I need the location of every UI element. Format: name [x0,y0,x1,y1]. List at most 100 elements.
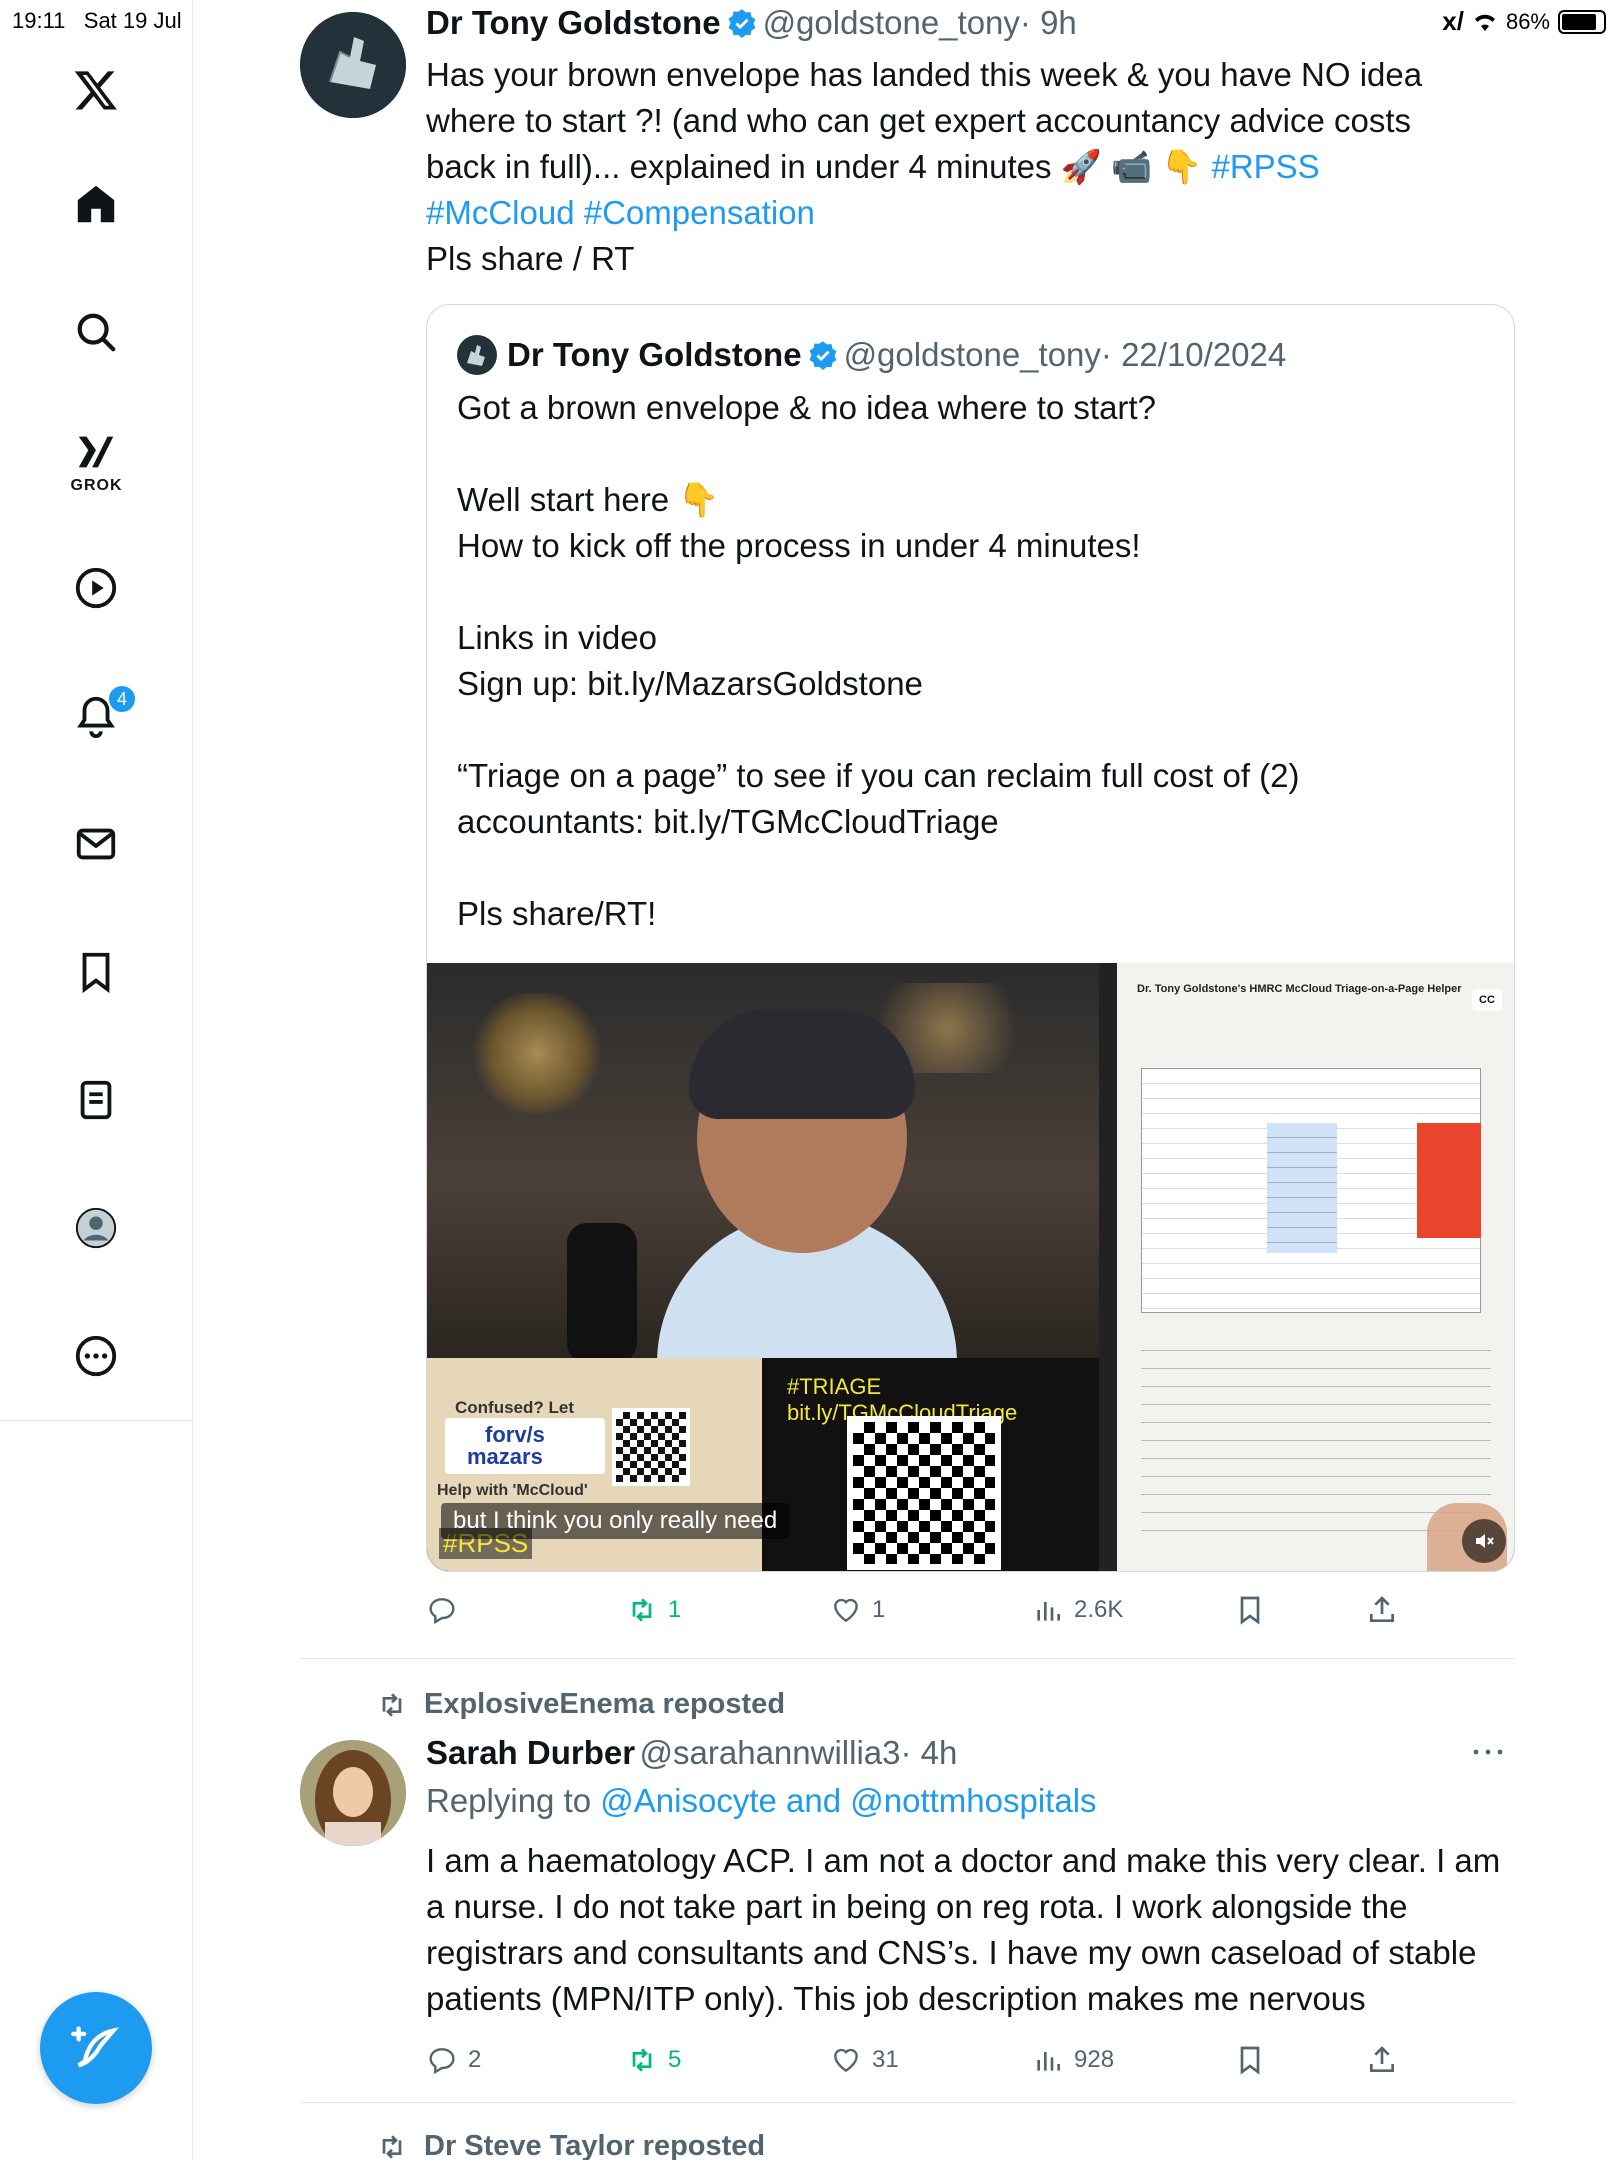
replying-prefix: Replying to [426,1782,592,1819]
notification-badge: 4 [107,684,137,714]
author-name[interactable]: Sarah Durber [426,1734,635,1771]
grok-icon[interactable] [68,424,124,480]
video-player[interactable]: Confused? Let forv/s mazars Help with 'M… [427,963,1514,1571]
tweet-time[interactable]: · 9h [1020,4,1077,41]
captions-button[interactable]: CC [1472,989,1502,1011]
more-circle-icon[interactable] [68,1328,124,1384]
small-qr-code [612,1408,690,1486]
x-logo-icon[interactable] [68,62,124,118]
reply-icon [429,1598,455,1625]
bookmarks-icon[interactable] [68,944,124,1000]
author-avatar[interactable] [300,12,406,118]
views-button[interactable]: 2.6K [1032,1594,1123,1626]
bookmark-button[interactable] [1234,1594,1266,1626]
tweet-text-line: back in full)... explained in under 4 mi… [426,148,1320,185]
quote-avatar[interactable] [457,335,497,375]
repost-indicator[interactable]: ExplosiveEnema reposted [376,1688,785,1721]
hashtag-link[interactable]: #Compensation [584,194,815,231]
share-button[interactable] [1366,1594,1398,1626]
view-count: 2.6K [1074,1596,1124,1623]
tweet-text: Has your brown envelope has landed this … [426,52,1486,282]
document-title: Dr. Tony Goldstone's HMRC McCloud Triage… [1137,983,1462,995]
author-avatar[interactable] [300,1740,406,1846]
messages-envelope-icon[interactable] [68,816,124,872]
sidebar-divider [0,1420,193,1421]
views-chart-icon [1037,1602,1060,1621]
tweet-divider [300,2102,1515,2103]
more-dots-icon [1473,1749,1503,1755]
repost-count: 1 [668,1596,682,1623]
search-icon[interactable] [68,304,124,360]
mazars-logo-text: mazars [467,1444,543,1469]
speaker-muted-icon [1476,1534,1494,1548]
letter-help-text: Help with 'McCloud' [437,1482,588,1499]
repost-button[interactable]: 5 [626,2044,681,2076]
author-handle[interactable]: @goldstone_tony [763,4,1020,41]
video-document-frame: Dr. Tony Goldstone's HMRC McCloud Triage… [1117,963,1514,1571]
grok-status-icon: x/ [1442,6,1464,36]
reply-count: 2 [468,2046,482,2073]
like-count: 1 [872,1596,886,1623]
video-qr-frame: Confused? Let forv/s mazars Help with 'M… [427,1358,1099,1571]
tweet-header: Dr Tony Goldstone @goldstone_tony· 9h [426,4,1077,42]
repost-by-text: Dr Steve Taylor reposted [424,2130,766,2160]
quote-author-name[interactable]: Dr Tony Goldstone [507,336,802,374]
quote-author-handle[interactable]: @goldstone_tony [844,336,1101,374]
battery-icon [1558,9,1606,34]
author-handle[interactable]: @sarahannwillia3 [640,1734,901,1771]
hashtag-link[interactable]: #RPSS [1211,148,1319,185]
repost-indicator[interactable]: Dr Steve Taylor reposted [376,2130,765,2160]
home-icon[interactable] [68,176,124,232]
status-right: x/ 86% [1442,6,1606,37]
letter-confused-text: Confused? Let [455,1398,574,1417]
compose-post-button[interactable] [40,1992,152,2104]
tweet-time[interactable]: · 4h [901,1734,958,1771]
video-play-icon[interactable] [68,560,124,616]
grok-label: GROK [70,477,123,494]
replying-to-links[interactable]: @Anisocyte and @nottmhospitals [600,1782,1096,1819]
view-count: 928 [1074,2046,1115,2073]
battery-percent: 86% [1505,8,1550,34]
quote-text: Got a brown envelope & no idea where to … [457,389,1300,932]
repost-count: 5 [668,2046,682,2073]
verified-badge-icon [809,341,837,370]
like-button[interactable]: 31 [830,2044,899,2076]
reply-button[interactable] [426,1594,468,1626]
quote-header: Dr Tony Goldstone @goldstone_tony · 22/10/… [457,335,1286,375]
reply-icon [429,2048,455,2075]
verified-badge-icon [728,9,756,38]
tweet-text-line: Has your brown envelope has landed this … [426,56,1423,93]
heart-icon [834,2048,858,2073]
bookmark-icon [1240,2046,1260,2075]
share-upload-icon [1370,2046,1394,2072]
mute-button[interactable] [1462,1519,1506,1563]
large-qr-code [847,1416,1001,1570]
hashtag-link[interactable]: #McCloud [426,194,575,231]
views-chart-icon [1037,2052,1060,2071]
repost-icon [632,2048,652,2072]
sidebar: GROK 4 [0,0,193,2160]
video-presenter-frame [427,963,1099,1373]
heart-icon [834,1598,858,1623]
lists-icon[interactable] [68,1072,124,1128]
repost-icon [382,2134,402,2159]
quote-time: · 22/10/2024 [1100,336,1287,373]
more-options-button[interactable] [1470,1740,1506,1769]
repost-icon [632,1598,652,1622]
replying-to: Replying to @Anisocyte and @nottmhospita… [426,1782,1097,1820]
compose-feather-icon [71,2026,120,2068]
tweet-header: Sarah Durber @sarahannwillia3· 4h [426,1734,957,1772]
tweet-text-line: Pls share / RT [426,240,635,277]
author-name[interactable]: Dr Tony Goldstone [426,4,721,41]
repost-button[interactable]: 1 [626,1594,681,1626]
tweet-text-line: where to start ?! (and who can get exper… [426,102,1412,139]
share-button[interactable] [1366,2044,1398,2076]
bookmark-button[interactable] [1234,2044,1266,2076]
reply-button[interactable]: 2 [426,2044,481,2076]
like-count: 31 [872,2046,899,2073]
views-button[interactable]: 928 [1032,2044,1114,2076]
like-button[interactable]: 1 [830,1594,885,1626]
quoted-tweet[interactable]: Dr Tony Goldstone @goldstone_tony · 22/10/… [426,304,1515,1572]
profile-avatar-icon[interactable] [68,1200,124,1256]
video-caption: but I think you only really need [441,1503,790,1539]
